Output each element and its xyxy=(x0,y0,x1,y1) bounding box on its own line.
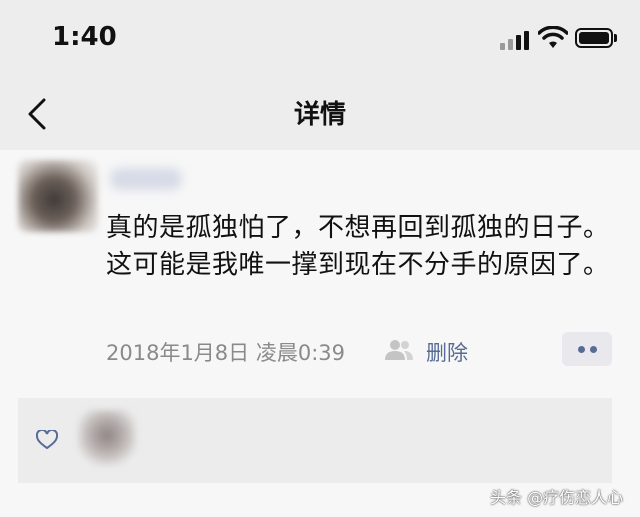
likes-section xyxy=(18,398,612,483)
post-timestamp: 2018年1月8日 凌晨0:39 xyxy=(106,341,345,365)
status-bar: 1:40 xyxy=(0,0,640,80)
page-title: 详情 xyxy=(293,100,346,130)
post-text: 真的是孤独怕了，不想再回到孤独的日子。这可能是我唯一撑到现在不分手的原因了。 xyxy=(106,213,610,280)
watermark: 头条 @疗伤恋人心 xyxy=(490,488,624,507)
more-dots-icon xyxy=(578,346,585,353)
nickname-blurred[interactable] xyxy=(110,168,182,190)
signal-icon xyxy=(500,30,532,50)
more-dots-icon xyxy=(590,346,597,353)
delete-link[interactable]: 删除 xyxy=(426,337,468,367)
like-avatar[interactable] xyxy=(78,410,136,466)
status-time: 1:40 xyxy=(52,22,117,52)
battery-icon xyxy=(575,28,613,48)
more-button[interactable] xyxy=(562,332,612,366)
wifi-icon xyxy=(538,26,568,48)
avatar[interactable] xyxy=(18,160,98,232)
friends-icon[interactable] xyxy=(384,339,414,361)
heart-icon xyxy=(36,430,58,450)
battery-tip xyxy=(614,34,617,42)
nav-bar: 详情 xyxy=(0,80,640,148)
